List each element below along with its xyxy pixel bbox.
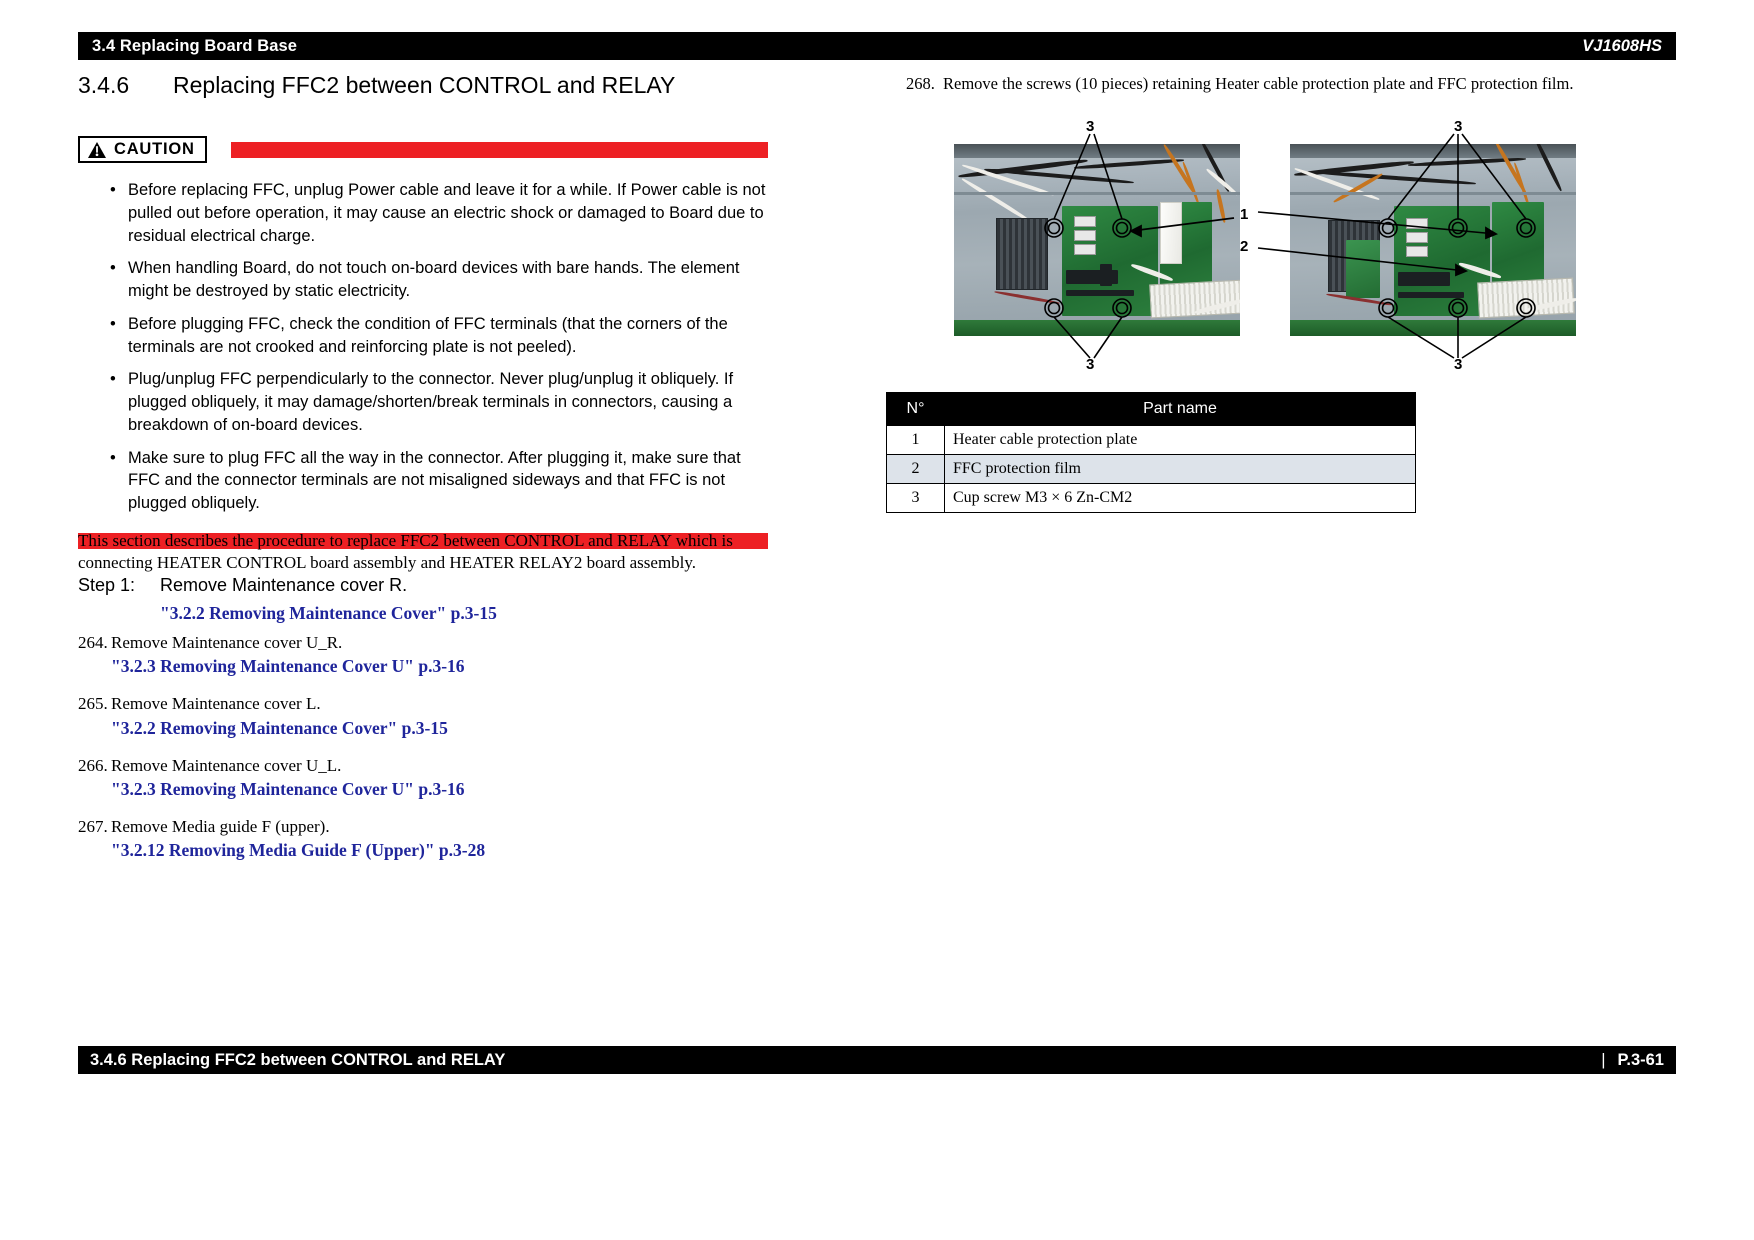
caution-rule-top (230, 141, 768, 158)
callout-number-bottom-left: 3 (1086, 356, 1095, 373)
footer-section-title: 3.4.6 Replacing FFC2 between CONTROL and… (90, 1050, 506, 1069)
procedure-text: Remove Media guide F (upper). (111, 816, 330, 836)
procedure-cross-reference-link[interactable]: "3.2.2 Removing Maintenance Cover" p.3-1… (111, 718, 768, 739)
procedure-cross-reference-link[interactable]: "3.2.3 Removing Maintenance Cover U" p.3… (111, 656, 768, 677)
caution-bullet: Make sure to plug FFC all the way in the… (78, 447, 768, 515)
section-number: 3.4.6 (78, 72, 130, 98)
photo-left-board-assembly (954, 144, 1240, 336)
caution-bullet: Before plugging FFC, check the condition… (78, 313, 768, 359)
procedure-text: Remove Maintenance cover U_L. (111, 755, 342, 775)
footer-page-number: P.3-61 (1617, 1050, 1665, 1069)
step-label: Step 1: (78, 575, 136, 595)
caution-header: CAUTION (78, 136, 768, 163)
caution-label: CAUTION (114, 140, 195, 158)
caution-bullet: When handling Board, do not touch on-boa… (78, 257, 768, 303)
cell-number: 3 (886, 483, 945, 513)
cell-part-name: FFC protection film (944, 454, 1416, 484)
callout-number-top-right: 3 (1454, 118, 1463, 135)
procedure-number: 267. (78, 816, 108, 836)
procedure-number: 266. (78, 755, 108, 775)
caution-bullet-list: Before replacing FFC, unplug Power cable… (78, 179, 768, 515)
procedure-text: Remove Maintenance cover U_R. (111, 633, 343, 652)
step-text: Remove Maintenance cover R. (160, 575, 408, 595)
list-item: 265. Remove Maintenance cover L. "3.2.2 … (78, 693, 768, 738)
step-cross-reference-link[interactable]: "3.2.2 Removing Maintenance Cover" p.3-1… (160, 603, 758, 624)
procedure-text: Remove Maintenance cover L. (111, 694, 321, 714)
table-row: 3 Cup screw M3 × 6 Zn-CM2 (886, 483, 1416, 513)
callout-number-top-left: 3 (1086, 118, 1095, 135)
callout-number-film: 2 (1240, 238, 1249, 255)
procedure-number: 268. (906, 74, 935, 93)
column-header-part-name: Part name (944, 392, 1416, 426)
parts-table: N° Part name 1 Heater cable protection p… (886, 392, 1416, 513)
list-item: 264. Remove Maintenance cover U_R. "3.2.… (78, 632, 768, 677)
column-header-number: N° (886, 392, 945, 426)
header-section-title: 3.4 Replacing Board Base (92, 36, 298, 55)
caution-block: CAUTION Before replacing FFC, unplug Pow… (78, 136, 768, 549)
header-model-name: VJ1608HS (1582, 36, 1662, 55)
procedure-number: 265. (78, 694, 108, 714)
procedure-cross-reference-link[interactable]: "3.2.3 Removing Maintenance Cover U" p.3… (111, 779, 768, 800)
procedure-number: 264. (78, 633, 108, 652)
step-row: Step 1: Remove Maintenance cover R. (78, 575, 758, 596)
cell-number: 1 (886, 425, 945, 455)
procedure-text: Remove the screws (10 pieces) retaining … (943, 74, 1574, 93)
list-item: 267. Remove Media guide F (upper). "3.2.… (78, 816, 768, 861)
section-heading: Replacing FFC2 between CONTROL and RELAY (173, 72, 676, 98)
callout-number-plate: 1 (1240, 206, 1249, 223)
callout-number-bottom-right: 3 (1454, 356, 1463, 373)
caution-bullet: Before replacing FFC, unplug Power cable… (78, 179, 768, 247)
procedure-cross-reference-link[interactable]: "3.2.12 Removing Media Guide F (Upper)" … (111, 840, 768, 861)
list-item: 266. Remove Maintenance cover U_L. "3.2.… (78, 755, 768, 800)
cell-part-name: Heater cable protection plate (944, 425, 1416, 455)
right-procedure-item: 268. Remove the screws (10 pieces) retai… (906, 74, 1696, 94)
page-footer: 3.4.6 Replacing FFC2 between CONTROL and… (78, 1046, 1676, 1074)
table-row: 2 FFC protection film (886, 454, 1416, 484)
footer-separator: | (1601, 1050, 1606, 1069)
procedure-list: 264. Remove Maintenance cover U_R. "3.2.… (78, 632, 768, 877)
page-title: 3.4.6 Replacing FFC2 between CONTROL and… (78, 72, 675, 99)
table-header-row: N° Part name (886, 392, 1416, 426)
table-row: 1 Heater cable protection plate (886, 425, 1416, 455)
photo-right-board-assembly (1290, 144, 1576, 336)
warning-triangle-icon (87, 141, 107, 159)
cell-part-name: Cup screw M3 × 6 Zn-CM2 (944, 483, 1416, 513)
figure-screw-locations: 3 3 3 3 1 2 (906, 108, 1696, 378)
caution-badge: CAUTION (78, 136, 207, 163)
page-header: 3.4 Replacing Board Base VJ1608HS (78, 32, 1676, 60)
intro-paragraph: This section describes the procedure to … (78, 531, 733, 573)
caution-bullet: Plug/unplug FFC perpendicularly to the c… (78, 368, 768, 436)
step-block: Step 1: Remove Maintenance cover R. "3.2… (78, 575, 758, 624)
cell-number: 2 (886, 454, 945, 484)
